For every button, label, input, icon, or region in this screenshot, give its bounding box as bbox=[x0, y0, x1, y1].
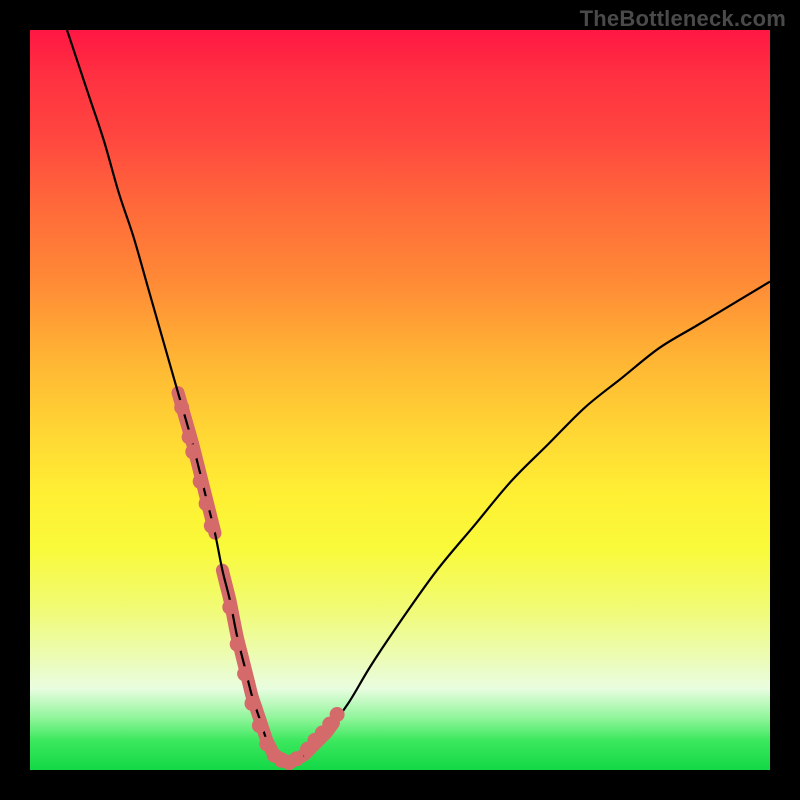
chart-frame: TheBottleneck.com bbox=[0, 0, 800, 800]
highlight-dot bbox=[245, 696, 260, 711]
highlight-dot bbox=[174, 400, 189, 415]
highlight-dot bbox=[199, 496, 214, 511]
highlight-dot bbox=[330, 707, 345, 722]
plot-area bbox=[30, 30, 770, 770]
curve-layer bbox=[30, 30, 770, 770]
highlight-dot bbox=[230, 637, 245, 652]
highlight-dot bbox=[193, 474, 208, 489]
highlight-dot bbox=[185, 444, 200, 459]
watermark-text: TheBottleneck.com bbox=[580, 6, 786, 32]
highlight-dot bbox=[237, 666, 252, 681]
highlight-dot bbox=[222, 600, 237, 615]
highlight-dot bbox=[182, 430, 197, 445]
highlight-dot bbox=[252, 718, 267, 733]
highlight-dot bbox=[204, 518, 219, 533]
